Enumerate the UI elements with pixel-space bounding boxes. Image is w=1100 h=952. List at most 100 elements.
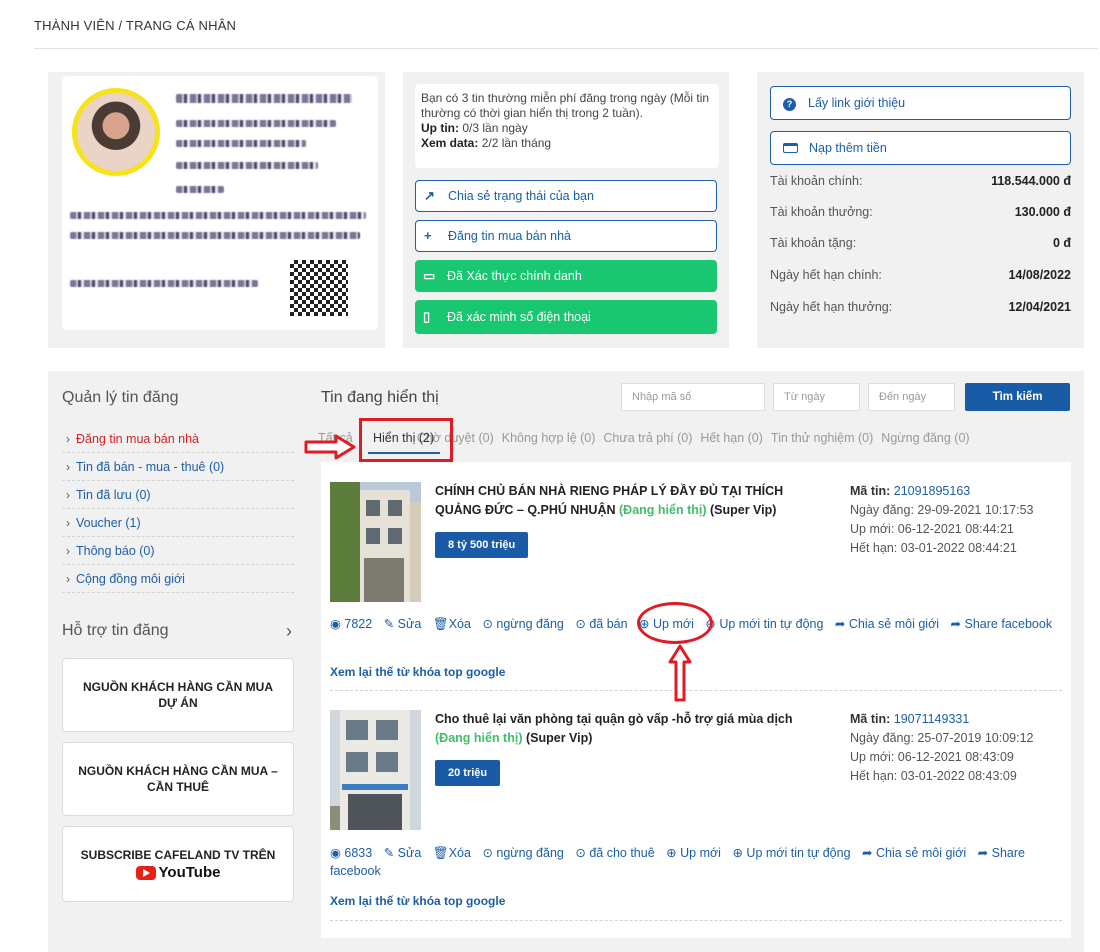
up-listing-button[interactable]: ⊕ Up mới — [666, 846, 721, 860]
tab-expired[interactable]: Hết hạn (0) — [700, 431, 763, 445]
share-facebook-button[interactable]: ➦ Share facebook — [951, 617, 1053, 631]
chevron-right-icon: › — [66, 432, 70, 446]
search-button[interactable]: Tìm kiếm — [965, 383, 1070, 411]
up-label: Up tin: — [421, 121, 459, 135]
listing-thumbnail[interactable] — [330, 482, 421, 602]
from-date-input[interactable]: Từ ngày — [773, 383, 860, 411]
support-section-toggle[interactable]: Hỗ trợ tin đăng › — [62, 621, 294, 641]
trash-icon: 🗑 — [432, 846, 449, 860]
listing-thumbnail[interactable] — [330, 710, 421, 830]
promo-buyers-renters[interactable]: NGUỒN KHÁCH HÀNG CẦN MUA – CẦN THUÊ — [62, 742, 294, 816]
share-icon: ➦ — [862, 846, 873, 860]
profile-card — [48, 72, 385, 348]
circle-icon: ⊙ — [575, 617, 586, 631]
tab-invalid[interactable]: Không hợp lệ (0) — [502, 431, 596, 445]
plus-icon: + — [424, 228, 432, 243]
edit-button[interactable]: ✎ Sửa — [384, 846, 422, 860]
sidebar-item-sold[interactable]: › Tin đã bán - mua - thuê (0) — [62, 453, 294, 481]
sidebar-item-label: Thông báo (0) — [76, 544, 155, 558]
chevron-right-icon: › — [286, 621, 292, 641]
circle-icon: ⊙ — [575, 846, 586, 860]
referral-link-button[interactable]: ? Lấy link giới thiệu — [770, 86, 1071, 120]
keyword-ranking-link[interactable]: Xem lại thế từ khóa top google — [330, 894, 505, 908]
listing-title-text: Cho thuê lại văn phòng tại quận gò vấp -… — [435, 712, 793, 726]
share-status-label: Chia sẻ trạng thái của bạn — [448, 189, 594, 203]
qr-code-icon — [290, 260, 348, 316]
sidebar-item-community[interactable]: › Cộng đồng môi giới — [62, 565, 294, 593]
tab-trial[interactable]: Tin thử nghiệm (0) — [771, 431, 873, 445]
stop-listing-button[interactable]: ⊙ ngừng đăng — [482, 617, 563, 631]
youtube-logo: YouTube — [135, 865, 220, 881]
code-search-input[interactable]: Nhập mã số — [621, 383, 765, 411]
sidebar-item-label: Tin đã lưu (0) — [76, 488, 151, 502]
promo-label: NGUỒN KHÁCH HÀNG CẦN MUA – CẦN THUÊ — [78, 764, 278, 794]
wallet-label: Ngày hết hạn chính: — [770, 268, 882, 282]
share-facebook-label: Share facebook — [964, 617, 1053, 631]
up-date: Up mới: 06-12-2021 08:44:21 — [850, 522, 1014, 536]
highlight-ellipse — [637, 602, 713, 644]
share-broker-button[interactable]: ➦ Chia sẻ môi giới — [862, 846, 966, 860]
sidebar-item-post-listing[interactable]: › Đăng tin mua bán nhà — [62, 425, 294, 453]
share-icon: ↗ — [424, 188, 435, 203]
to-date-input[interactable]: Đến ngày — [868, 383, 955, 411]
topup-button[interactable]: Nạp thêm tiền — [770, 131, 1071, 165]
pencil-icon: ✎ — [383, 617, 395, 631]
listing-title[interactable]: CHÍNH CHỦ BÁN NHÀ RIENG PHÁP LÝ ĐẦY ĐỦ T… — [435, 482, 825, 520]
main-title: Tin đang hiển thị — [321, 389, 439, 406]
sidebar-item-notifications[interactable]: › Thông báo (0) — [62, 537, 294, 565]
done-label: đã cho thuê — [589, 846, 655, 860]
post-listing-button[interactable]: + Đăng tin mua bán nhà — [415, 220, 717, 252]
divider — [330, 690, 1062, 691]
mark-done-button[interactable]: ⊙ đã cho thuê — [575, 846, 654, 860]
quota-info: Bạn có 3 tin thường miễn phí đăng trong … — [415, 84, 719, 168]
sidebar-item-saved[interactable]: › Tin đã lưu (0) — [62, 481, 294, 509]
sidebar-item-label: Tin đã bán - mua - thuê (0) — [76, 460, 225, 474]
question-circle-icon: ? — [783, 98, 796, 111]
arrow-up-circle-icon: ⊕ — [666, 846, 677, 860]
share-status-button[interactable]: ↗ Chia sẻ trạng thái của bạn — [415, 180, 717, 212]
auto-up-label: Up mới tin tự động — [746, 846, 851, 860]
tab-stopped[interactable]: Ngừng đăng (0) — [881, 431, 969, 445]
share-icon: ➦ — [834, 617, 846, 631]
verified-phone-label: Đã xác minh số điện thoại — [447, 310, 591, 324]
listing-actions: ◉ 6833 ✎ Sửa 🗑Xóa ⊙ ngừng đăng ⊙ đã cho … — [330, 844, 1060, 880]
data-value: 2/2 lần tháng — [481, 136, 552, 150]
delete-label: Xóa — [448, 846, 471, 860]
keyword-ranking-link[interactable]: Xem lại thế từ khóa top google — [330, 665, 505, 679]
mark-done-button[interactable]: ⊙ đã bán — [575, 617, 627, 631]
sidebar-item-label: Cộng đồng môi giới — [76, 572, 185, 586]
listing-title[interactable]: Cho thuê lại văn phòng tại quận gò vấp -… — [435, 710, 825, 748]
edit-button[interactable]: ✎ Sửa — [384, 617, 422, 631]
posted-date: Ngày đăng: 29-09-2021 10:17:53 — [850, 503, 1034, 517]
promo-buyers-projects[interactable]: NGUỒN KHÁCH HÀNG CẦN MUA DỰ ÁN — [62, 658, 294, 732]
auto-up-button[interactable]: ⊕ Up mới tin tự động — [705, 617, 823, 631]
referral-link-label: Lấy link giới thiệu — [808, 96, 906, 110]
arrow-up-circle-icon: ⊕ — [732, 846, 743, 860]
done-label: đã bán — [589, 617, 628, 631]
wallet-label: Ngày hết hạn thưởng: — [770, 300, 893, 314]
stop-listing-button[interactable]: ⊙ ngừng đăng — [482, 846, 563, 860]
chevron-right-icon: › — [66, 572, 70, 586]
share-broker-button[interactable]: ➦ Chia sẻ môi giới — [835, 617, 939, 631]
views-count: ◉ 6833 — [330, 846, 372, 860]
listing-list: CHÍNH CHỦ BÁN NHÀ RIENG PHÁP LÝ ĐẦY ĐỦ T… — [321, 462, 1071, 938]
promo-youtube-subscribe[interactable]: SUBSCRIBE CAFELAND TV TRÊN YouTube — [62, 826, 294, 902]
up-label: Up mới — [680, 846, 721, 860]
chevron-right-icon: › — [66, 544, 70, 558]
credit-card-icon — [783, 143, 798, 153]
sidebar-title: Quản lý tin đăng — [62, 389, 179, 406]
sidebar-item-voucher[interactable]: › Voucher (1) — [62, 509, 294, 537]
listing-status: (Đang hiển thị) — [619, 503, 707, 517]
highlight-box — [359, 418, 453, 462]
auto-up-button[interactable]: ⊕ Up mới tin tự động — [732, 846, 850, 860]
delete-button[interactable]: 🗑Xóa — [433, 846, 471, 860]
wallet-row: Ngày hết hạn chính: 14/08/2022 — [770, 268, 1071, 282]
listing-status: (Đang hiển thị) — [435, 731, 523, 745]
wallet-row: Tài khoản thưởng: 130.000 đ — [770, 205, 1071, 219]
tab-unpaid[interactable]: Chưa trả phí (0) — [603, 431, 692, 445]
listing-price: 20 triệu — [435, 760, 501, 786]
up-date: Up mới: 06-12-2021 08:43:09 — [850, 750, 1014, 764]
share-icon: ➦ — [950, 617, 962, 631]
wallet-label: Tài khoản thưởng: — [770, 205, 873, 219]
delete-button[interactable]: 🗑Xóa — [433, 617, 471, 631]
